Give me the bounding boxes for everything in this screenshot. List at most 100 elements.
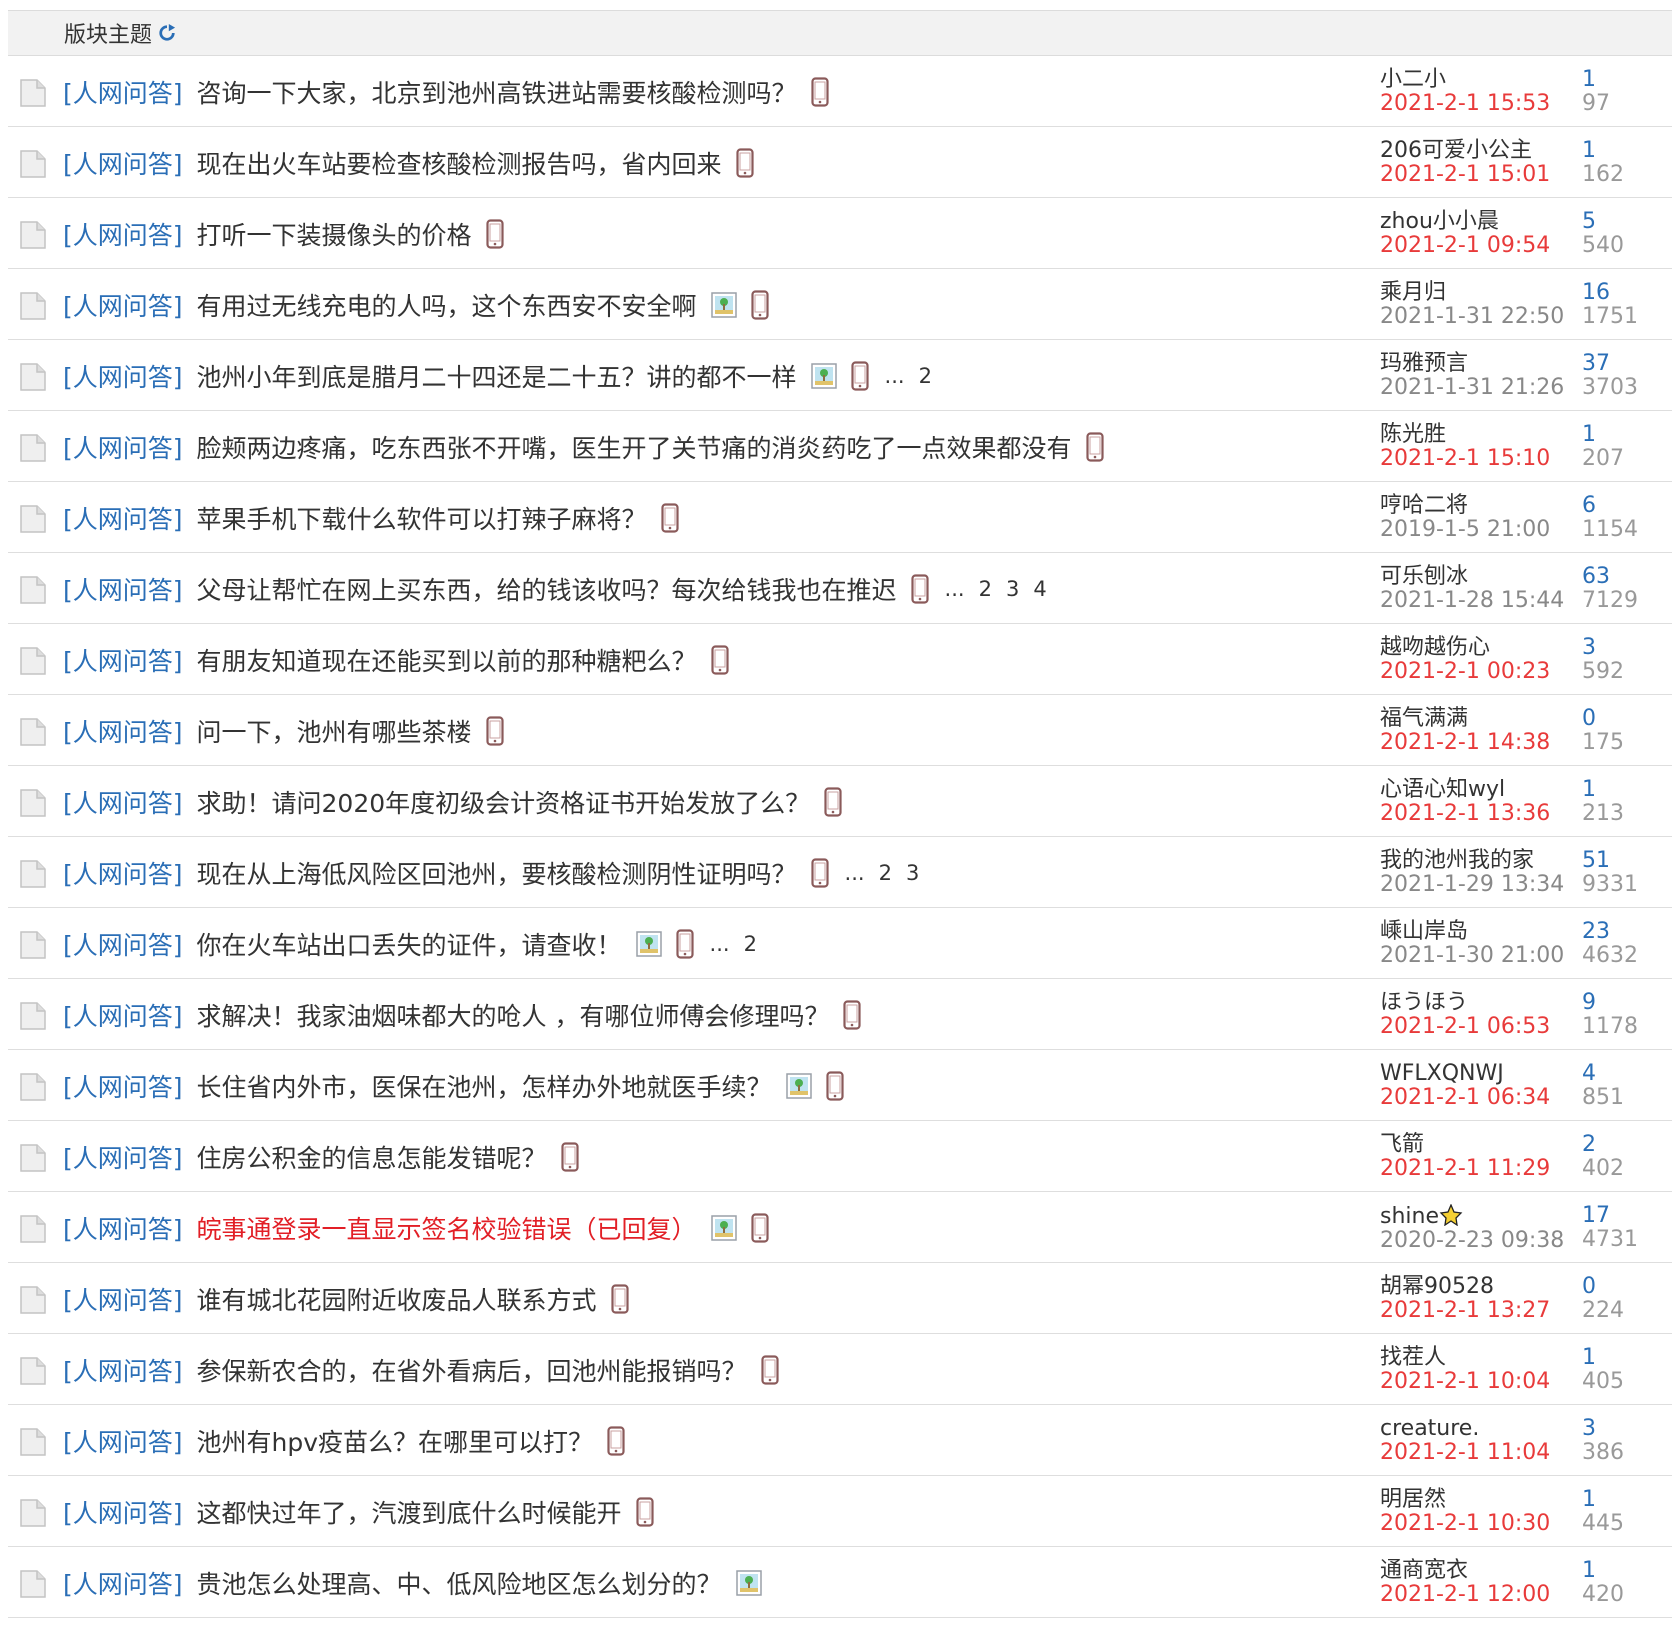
thread-category-link[interactable]: [人网问答] <box>63 571 183 607</box>
author-name-link[interactable]: 小二小 <box>1380 67 1446 92</box>
thread-category-link[interactable]: [人网问答] <box>63 1210 183 1246</box>
thread-title-link[interactable]: 苹果手机下载什么软件可以打辣子麻将？ <box>197 500 647 536</box>
reply-count-link[interactable]: 1 <box>1582 1559 1624 1583</box>
thread-category-link[interactable]: [人网问答] <box>63 1565 183 1601</box>
thread-category-link[interactable]: [人网问答] <box>63 855 183 891</box>
author-name-link[interactable]: 206可爱小公主 <box>1380 138 1532 163</box>
thread-category-link[interactable]: [人网问答] <box>63 1281 183 1317</box>
thread-title-link[interactable]: 长住省内外市，医保在池州，怎样办外地就医手续？ <box>197 1068 772 1104</box>
table-row[interactable]: [人网问答] 咨询一下大家，北京到池州高铁进站需要核酸检测吗？ 小二小 2021… <box>8 56 1672 127</box>
thread-title-link[interactable]: 现在出火车站要检查核酸检测报告吗，省内回来 <box>197 145 722 181</box>
thread-category-link[interactable]: [人网问答] <box>63 1423 183 1459</box>
table-row[interactable]: [人网问答] 这都快过年了，汽渡到底什么时候能开 明居然 2021-2-1 10… <box>8 1476 1672 1547</box>
author-name-link[interactable]: 找茬人 <box>1380 1345 1446 1370</box>
author-name-link[interactable]: ほうほう <box>1380 990 1468 1015</box>
reply-count-link[interactable]: 1 <box>1582 68 1610 92</box>
thread-category-link[interactable]: [人网问答] <box>63 145 183 181</box>
page-link[interactable]: 4 <box>1033 577 1046 601</box>
thread-category-link[interactable]: [人网问答] <box>63 287 183 323</box>
author-name-link[interactable]: 可乐刨冰 <box>1380 564 1468 589</box>
thread-category-link[interactable]: [人网问答] <box>63 500 183 536</box>
thread-title-link[interactable]: 咨询一下大家，北京到池州高铁进站需要核酸检测吗？ <box>197 74 797 110</box>
thread-title-link[interactable]: 贵池怎么处理高、中、低风险地区怎么划分的？ <box>197 1565 722 1601</box>
thread-category-link[interactable]: [人网问答] <box>63 1494 183 1530</box>
thread-title-link[interactable]: 有朋友知道现在还能买到以前的那种糖粑么？ <box>197 642 697 678</box>
table-row[interactable]: [人网问答] 有用过无线充电的人吗，这个东西安不安全啊 乘月归 2021-1-3… <box>8 269 1672 340</box>
table-row[interactable]: [人网问答] 求解决！我家油烟味都大的呛人 ，有哪位师傅会修理吗？ ほうほう 2… <box>8 979 1672 1050</box>
thread-category-link[interactable]: [人网问答] <box>63 1352 183 1388</box>
thread-title-link[interactable]: 问一下，池州有哪些茶楼 <box>197 713 472 749</box>
reply-count-link[interactable]: 1 <box>1582 423 1624 447</box>
reply-count-link[interactable]: 1 <box>1582 1488 1624 1512</box>
thread-title-link[interactable]: 求解决！我家油烟味都大的呛人 ，有哪位师傅会修理吗？ <box>197 997 830 1033</box>
reply-count-link[interactable]: 63 <box>1582 565 1638 589</box>
thread-category-link[interactable]: [人网问答] <box>63 926 183 962</box>
reply-count-link[interactable]: 17 <box>1582 1204 1638 1228</box>
reply-count-link[interactable]: 3 <box>1582 636 1624 660</box>
author-name-link[interactable]: zhou小小晨 <box>1380 209 1499 234</box>
table-row[interactable]: [人网问答] 求助！请问2020年度初级会计资格证书开始发放了么？ 心语心知wy… <box>8 766 1672 837</box>
reply-count-link[interactable]: 0 <box>1582 1275 1624 1299</box>
reply-count-link[interactable]: 1 <box>1582 139 1624 163</box>
page-link[interactable]: 3 <box>906 861 919 885</box>
thread-category-link[interactable]: [人网问答] <box>63 713 183 749</box>
table-row[interactable]: [人网问答] 池州小年到底是腊月二十四还是二十五？讲的都不一样 ... 2 玛雅预… <box>8 340 1672 411</box>
table-row[interactable]: [人网问答] 贵池怎么处理高、中、低风险地区怎么划分的？ 通商宽衣 2021-2… <box>8 1547 1672 1618</box>
table-row[interactable]: [人网问答] 有朋友知道现在还能买到以前的那种糖粑么？ 越吻越伤心 2021-2… <box>8 624 1672 695</box>
reply-count-link[interactable]: 51 <box>1582 849 1638 873</box>
thread-title-link[interactable]: 脸颊两边疼痛，吃东西张不开嘴，医生开了关节痛的消炎药吃了一点效果都没有 <box>197 429 1072 465</box>
table-row[interactable]: [人网问答] 打听一下装摄像头的价格 zhou小小晨 2021-2-1 09:5… <box>8 198 1672 269</box>
thread-title-link[interactable]: 住房公积金的信息怎能发错呢？ <box>197 1139 547 1175</box>
table-row[interactable]: [人网问答] 苹果手机下载什么软件可以打辣子麻将？ 哼哈二将 2019-1-5 … <box>8 482 1672 553</box>
page-link[interactable]: 2 <box>979 577 992 601</box>
page-link[interactable]: 2 <box>879 861 892 885</box>
table-row[interactable]: [人网问答] 参保新农合的，在省外看病后，回池州能报销吗？ 找茬人 2021-2… <box>8 1334 1672 1405</box>
thread-category-link[interactable]: [人网问答] <box>63 997 183 1033</box>
table-row[interactable]: [人网问答] 长住省内外市，医保在池州，怎样办外地就医手续？ WFLXQNWJ … <box>8 1050 1672 1121</box>
author-name-link[interactable]: 乘月归 <box>1380 280 1446 305</box>
author-name-link[interactable]: 胡幂90528 <box>1380 1274 1494 1299</box>
page-link[interactable]: 2 <box>919 364 932 388</box>
reply-count-link[interactable]: 6 <box>1582 494 1638 518</box>
author-name-link[interactable]: 通商宽衣 <box>1380 1558 1468 1583</box>
thread-title-link[interactable]: 池州小年到底是腊月二十四还是二十五？讲的都不一样 <box>197 358 797 394</box>
reply-count-link[interactable]: 3 <box>1582 1417 1624 1441</box>
author-name-link[interactable]: 我的池州我的家 <box>1380 848 1534 873</box>
thread-title-link[interactable]: 池州有hpv疫苗么？在哪里可以打？ <box>197 1423 594 1459</box>
thread-title-link[interactable]: 参保新农合的，在省外看病后，回池州能报销吗？ <box>197 1352 747 1388</box>
reply-count-link[interactable]: 0 <box>1582 707 1624 731</box>
author-name-link[interactable]: 玛雅预言 <box>1380 351 1468 376</box>
author-name-link[interactable]: 陈光胜 <box>1380 422 1446 447</box>
thread-title-link[interactable]: 你在火车站出口丢失的证件，请查收！ <box>197 926 622 962</box>
thread-title-link[interactable]: 这都快过年了，汽渡到底什么时候能开 <box>197 1494 622 1530</box>
page-link[interactable]: 3 <box>1006 577 1019 601</box>
table-row[interactable]: [人网问答] 池州有hpv疫苗么？在哪里可以打？ creature. 2021-… <box>8 1405 1672 1476</box>
thread-title-link[interactable]: 父母让帮忙在网上买东西，给的钱该收吗？每次给钱我也在推迟 <box>197 571 897 607</box>
author-name-link[interactable]: shine <box>1380 1204 1439 1229</box>
author-name-link[interactable]: 飞箭 <box>1380 1132 1424 1157</box>
author-name-link[interactable]: 越吻越伤心 <box>1380 635 1490 660</box>
thread-title-link[interactable]: 现在从上海低风险区回池州，要核酸检测阴性证明吗？ <box>197 855 797 891</box>
author-name-link[interactable]: 福气满满 <box>1380 706 1468 731</box>
table-row[interactable]: [人网问答] 谁有城北花园附近收废品人联系方式 胡幂90528 2021-2-1… <box>8 1263 1672 1334</box>
author-name-link[interactable]: 心语心知wyl <box>1380 777 1505 802</box>
thread-category-link[interactable]: [人网问答] <box>63 358 183 394</box>
reply-count-link[interactable]: 4 <box>1582 1062 1624 1086</box>
reply-count-link[interactable]: 23 <box>1582 920 1638 944</box>
table-row[interactable]: [人网问答] 父母让帮忙在网上买东西，给的钱该收吗？每次给钱我也在推迟 ... 2… <box>8 553 1672 624</box>
thread-title-link[interactable]: 谁有城北花园附近收废品人联系方式 <box>197 1281 597 1317</box>
reply-count-link[interactable]: 16 <box>1582 281 1638 305</box>
thread-title-link[interactable]: 打听一下装摄像头的价格 <box>197 216 472 252</box>
reply-count-link[interactable]: 9 <box>1582 991 1638 1015</box>
reply-count-link[interactable]: 2 <box>1582 1133 1624 1157</box>
thread-category-link[interactable]: [人网问答] <box>63 642 183 678</box>
page-link[interactable]: 2 <box>744 932 757 956</box>
table-row[interactable]: [人网问答] 你在火车站出口丢失的证件，请查收！ ... 2 嵊山岸岛 2021-… <box>8 908 1672 979</box>
thread-category-link[interactable]: [人网问答] <box>63 784 183 820</box>
thread-title-link[interactable]: 求助！请问2020年度初级会计资格证书开始发放了么？ <box>197 784 811 820</box>
thread-category-link[interactable]: [人网问答] <box>63 74 183 110</box>
thread-category-link[interactable]: [人网问答] <box>63 216 183 252</box>
author-name-link[interactable]: 嵊山岸岛 <box>1380 919 1468 944</box>
table-row[interactable]: [人网问答] 皖事通登录一直显示签名校验错误（已回复） shine 2020-2… <box>8 1192 1672 1263</box>
table-row[interactable]: [人网问答] 现在出火车站要检查核酸检测报告吗，省内回来 206可爱小公主 20… <box>8 127 1672 198</box>
